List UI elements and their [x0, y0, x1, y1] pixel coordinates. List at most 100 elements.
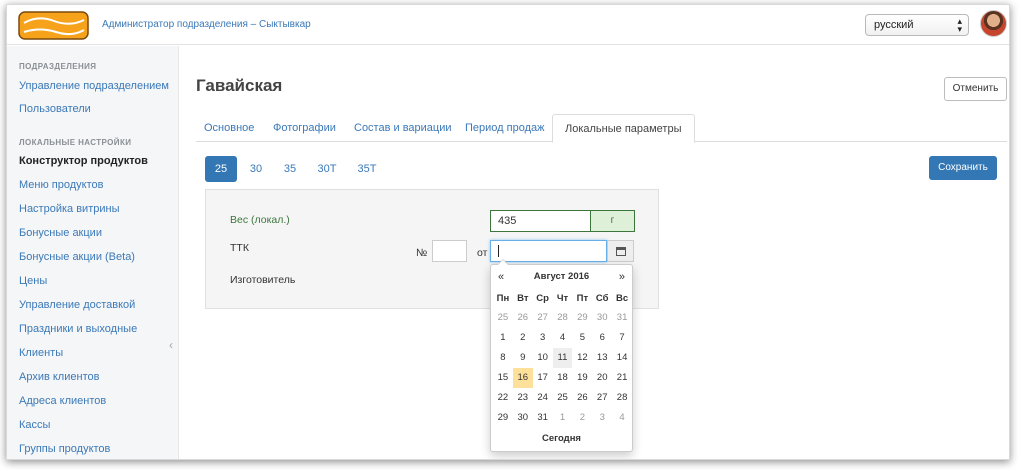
- save-button[interactable]: Сохранить: [929, 156, 997, 180]
- calendar-day[interactable]: 8: [493, 348, 513, 368]
- language-value: русский: [874, 19, 914, 31]
- size-pill-35[interactable]: 35: [277, 156, 303, 182]
- calendar-day[interactable]: 2: [572, 408, 592, 428]
- calendar-day[interactable]: 21: [612, 368, 632, 388]
- tab-basic[interactable]: Основное: [204, 114, 254, 142]
- calendar-day[interactable]: 3: [592, 408, 612, 428]
- weekday-header: Сб: [595, 293, 609, 304]
- calendar-day[interactable]: 1: [493, 328, 513, 348]
- weekday-header: Пт: [576, 293, 589, 304]
- calendar-button[interactable]: [607, 240, 634, 262]
- calendar-day[interactable]: 29: [493, 408, 513, 428]
- weekday-header: Ср: [536, 293, 549, 304]
- calendar-day[interactable]: 27: [592, 388, 612, 408]
- number-label: №: [416, 247, 428, 259]
- calendar-day[interactable]: 18: [553, 368, 573, 388]
- calendar-day[interactable]: 15: [493, 368, 513, 388]
- ttk-number-input[interactable]: [432, 240, 467, 262]
- calendar-day[interactable]: 25: [553, 388, 573, 408]
- weight-value: 435: [498, 215, 517, 227]
- select-arrows-icon: ▴ ▾: [957, 16, 962, 34]
- sidebar-item-product-groups[interactable]: Группы продуктов: [19, 443, 110, 455]
- sidebar-item-client-archive[interactable]: Архив клиентов: [19, 371, 99, 383]
- top-bar: Администратор подразделения – Сыктывкар …: [7, 5, 1009, 45]
- size-pill-30t[interactable]: 30Т: [311, 156, 343, 182]
- sidebar-item-client-addresses[interactable]: Адреса клиентов: [19, 395, 106, 407]
- calendar-day[interactable]: 30: [592, 308, 612, 328]
- calendar-day[interactable]: 30: [513, 408, 533, 428]
- page-title: Гавайская: [196, 76, 283, 95]
- sidebar-item-bonus-promos-beta[interactable]: Бонусные акции (Beta): [19, 251, 135, 263]
- cancel-button[interactable]: Отменить: [944, 77, 1007, 101]
- sidebar-section-local-settings: ЛОКАЛЬНЫЕ НАСТРОЙКИ: [19, 138, 132, 147]
- app-window: Администратор подразделения – Сыктывкар …: [6, 4, 1010, 460]
- sidebar-item-prices[interactable]: Цены: [19, 275, 47, 287]
- calendar-day[interactable]: 24: [533, 388, 553, 408]
- tab-photos[interactable]: Фотографии: [273, 114, 336, 142]
- language-select[interactable]: русский ▴ ▾: [865, 14, 969, 36]
- app-title[interactable]: Администратор подразделения – Сыктывкар: [102, 19, 311, 30]
- sidebar-item-delivery-management[interactable]: Управление доставкой: [19, 299, 135, 311]
- calendar-day[interactable]: 7: [612, 328, 632, 348]
- calendar-day[interactable]: 28: [553, 308, 573, 328]
- calendar-day[interactable]: 23: [513, 388, 533, 408]
- calendar-day[interactable]: 26: [513, 308, 533, 328]
- calendar-day[interactable]: 29: [572, 308, 592, 328]
- month-title[interactable]: Август 2016: [491, 271, 632, 282]
- calendar-day[interactable]: 14: [612, 348, 632, 368]
- calendar-day[interactable]: 11: [552, 348, 573, 368]
- calendar-grid: Пн Вт Ср Чт Пт Сб Вс 25 26 27 28 29 30 31 1 2 3 4 5 6 7 8 9 10 1…: [493, 290, 632, 428]
- calendar-day[interactable]: 6: [592, 328, 612, 348]
- calendar-day[interactable]: 31: [533, 408, 553, 428]
- calendar-day[interactable]: 17: [533, 368, 553, 388]
- calendar-day[interactable]: 16: [512, 368, 533, 388]
- sidebar-item-cash-registers[interactable]: Кассы: [19, 419, 50, 431]
- next-month-button[interactable]: »: [619, 271, 625, 283]
- size-pill-25[interactable]: 25: [205, 156, 237, 182]
- calendar-day[interactable]: 26: [572, 388, 592, 408]
- calendar-day[interactable]: 2: [513, 328, 533, 348]
- sidebar-item-product-constructor[interactable]: Конструктор продуктов: [19, 155, 148, 167]
- calendar-day[interactable]: 20: [592, 368, 612, 388]
- sidebar-item-clients[interactable]: Клиенты: [19, 347, 63, 359]
- calendar-day[interactable]: 13: [592, 348, 612, 368]
- calendar-day[interactable]: 4: [553, 328, 573, 348]
- calendar-icon: [616, 247, 626, 256]
- sidebar: ПОДРАЗДЕЛЕНИЯ Управление подразделением …: [7, 46, 179, 459]
- sidebar-item-unit-management[interactable]: Управление подразделением: [19, 80, 169, 92]
- calendar-day[interactable]: 22: [493, 388, 513, 408]
- user-avatar[interactable]: [980, 10, 1007, 37]
- today-button[interactable]: Сегодня: [491, 433, 632, 444]
- calendar-day[interactable]: 4: [612, 408, 632, 428]
- size-pill-30[interactable]: 30: [243, 156, 269, 182]
- sidebar-item-product-menu[interactable]: Меню продуктов: [19, 179, 103, 191]
- size-pill-35t[interactable]: 35Т: [351, 156, 383, 182]
- calendar-day[interactable]: 9: [513, 348, 533, 368]
- sidebar-item-showcase-settings[interactable]: Настройка витрины: [19, 203, 119, 215]
- sidebar-item-users[interactable]: Пользователи: [19, 103, 91, 115]
- sidebar-item-bonus-promos[interactable]: Бонусные акции: [19, 227, 102, 239]
- weekday-header: Вт: [517, 293, 529, 304]
- sidebar-item-holidays[interactable]: Праздники и выходные: [19, 323, 137, 335]
- calendar-day[interactable]: 28: [612, 388, 632, 408]
- from-label: от: [477, 247, 488, 259]
- dodo-pizza-logo[interactable]: [18, 11, 89, 40]
- tab-composition[interactable]: Состав и вариации: [354, 114, 452, 142]
- calendar-day[interactable]: 1: [553, 408, 573, 428]
- calendar-day[interactable]: 10: [533, 348, 553, 368]
- calendar-day[interactable]: 25: [493, 308, 513, 328]
- collapse-sidebar-icon[interactable]: ‹: [169, 338, 173, 352]
- calendar-day[interactable]: 3: [533, 328, 553, 348]
- tab-sale-period[interactable]: Период продаж: [465, 114, 544, 142]
- calendar-day[interactable]: 19: [572, 368, 592, 388]
- calendar-day[interactable]: 12: [572, 348, 592, 368]
- weight-label: Вес (локал.): [230, 214, 290, 226]
- calendar-day[interactable]: 5: [572, 328, 592, 348]
- tab-bar: Основное Фотографии Состав и вариации Пе…: [196, 114, 1007, 143]
- calendar-day[interactable]: 31: [612, 308, 632, 328]
- calendar-day[interactable]: 27: [533, 308, 553, 328]
- tab-local-params[interactable]: Локальные параметры: [552, 114, 695, 143]
- weight-input[interactable]: 435: [490, 210, 591, 232]
- weekday-header: Чт: [556, 293, 569, 304]
- weekday-header: Пн: [496, 293, 510, 304]
